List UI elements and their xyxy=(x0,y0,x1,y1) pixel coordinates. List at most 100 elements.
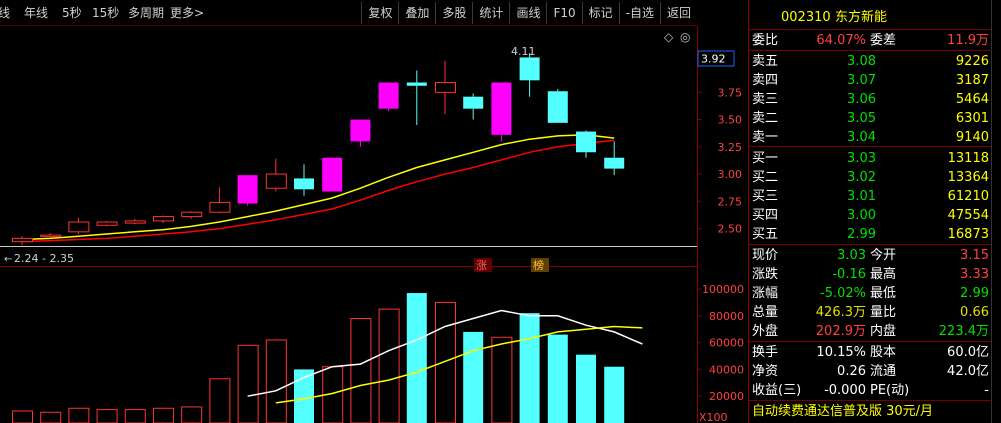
bid-label: 买一 xyxy=(752,151,779,166)
price-tick-label: 3.75 xyxy=(718,86,743,99)
candle xyxy=(604,141,625,176)
candle xyxy=(96,220,118,227)
ad-row[interactable]: 自动续费通达信普及版 30元/月 xyxy=(749,402,992,421)
candle xyxy=(519,53,540,97)
book-separator xyxy=(749,146,992,147)
settings-circle-icon[interactable]: ◎ xyxy=(680,30,690,44)
bid-row[interactable]: 买二 3.02 13364 xyxy=(749,168,992,187)
candle-body xyxy=(435,82,456,93)
draw-line-button[interactable]: 画线 xyxy=(509,2,546,24)
volume-bar xyxy=(378,308,400,423)
period-5s-tab[interactable]: 5秒 xyxy=(62,6,82,20)
fund-stat-row: 收益(三) -0.000 PE(动) - xyxy=(749,381,992,400)
fund-stat-l1: 净资 xyxy=(752,364,779,379)
bid-vol: 61210 xyxy=(947,189,989,204)
fund-stat-row: 净资 0.26 流通 42.0亿 xyxy=(749,362,992,381)
bid-price: 2.99 xyxy=(847,227,876,242)
volume-bar xyxy=(519,313,540,423)
candles xyxy=(12,53,625,245)
period-more-tab[interactable]: 更多> xyxy=(170,6,204,20)
limit-up-marker[interactable]: 涨 xyxy=(476,259,487,272)
ask-label: 卖三 xyxy=(752,92,779,107)
period-15s-tab[interactable]: 15秒 xyxy=(92,6,119,20)
price-stat-v2: 223.4万 xyxy=(938,324,989,339)
f10-button[interactable]: F10 xyxy=(546,2,581,24)
candle-body xyxy=(604,157,625,169)
bid-label: 买二 xyxy=(752,170,779,185)
price-ma-red-line xyxy=(21,139,615,243)
candle xyxy=(406,70,427,126)
period-toolbar: 线 年线 5秒 15秒 多周期 更多> 复权 叠加 多股 统计 画线 F10 标… xyxy=(0,0,697,26)
candle-body xyxy=(209,201,231,213)
price-stat-row: 外盘 202.9万 内盘 223.4万 xyxy=(749,322,992,341)
bid-ask-ratio-row: 委比 64.07% 委差 11.9万 xyxy=(749,31,992,50)
candle xyxy=(547,89,568,123)
candle-body xyxy=(96,221,118,226)
bid-vol: 13118 xyxy=(947,151,989,166)
bid-vol: 47554 xyxy=(947,208,989,223)
ask-row[interactable]: 卖五 3.08 9226 xyxy=(749,52,992,71)
ask-row[interactable]: 卖一 3.04 9140 xyxy=(749,128,992,147)
fund-stat-v2: - xyxy=(984,383,989,398)
bid-row[interactable]: 买三 3.01 61210 xyxy=(749,187,992,206)
volume-bar xyxy=(12,410,33,423)
price-axis: 3.75 3.50 3.25 3.00 2.75 2.50 xyxy=(697,86,743,236)
price-stat-l1: 现价 xyxy=(752,248,779,263)
volume-bar xyxy=(209,378,231,423)
diamond-icon[interactable]: ◇ xyxy=(664,30,674,44)
weicha-value: 11.9万 xyxy=(947,33,989,48)
candle xyxy=(463,93,484,120)
ask-vol: 5464 xyxy=(955,92,989,107)
candle-body xyxy=(181,211,203,218)
bid-price: 3.03 xyxy=(847,151,876,166)
volume-tick-label: 20000 xyxy=(709,390,744,403)
ask-vol: 9226 xyxy=(955,54,989,69)
volume-bar xyxy=(350,318,372,423)
candle xyxy=(294,164,314,196)
overlay-button[interactable]: 叠加 xyxy=(398,2,435,24)
price-stat-l1: 涨跌 xyxy=(752,267,779,282)
bid-row[interactable]: 买五 2.99 16873 xyxy=(749,225,992,244)
ask-label: 卖五 xyxy=(752,54,779,69)
ask-vol: 6301 xyxy=(955,111,989,126)
mark-button[interactable]: 标记 xyxy=(581,2,619,24)
volume-tick-label: 40000 xyxy=(709,363,744,376)
candle xyxy=(378,82,399,111)
rank-marker[interactable]: 榜 xyxy=(533,258,544,272)
candle-body xyxy=(406,82,427,86)
volume-bars xyxy=(12,293,625,423)
period-partial-tab[interactable]: 线 xyxy=(0,6,10,20)
price-stat-row: 现价 3.03 今开 3.15 xyxy=(749,246,992,265)
restore-rights-button[interactable]: 复权 xyxy=(361,2,398,24)
back-button[interactable]: 返回 xyxy=(659,2,697,24)
bid-row[interactable]: 买四 3.00 47554 xyxy=(749,206,992,225)
fund-stat-l2: 股本 xyxy=(870,345,897,360)
ask-row[interactable]: 卖四 3.07 3187 xyxy=(749,71,992,90)
quote-panel: 002310 东方新能 委比 64.07% 委差 11.9万 卖五 3.08 922… xyxy=(748,0,992,423)
bid-price: 3.02 xyxy=(847,170,876,185)
multi-stock-button[interactable]: 多股 xyxy=(435,2,472,24)
volume-bar xyxy=(181,406,203,423)
ask-row[interactable]: 卖二 3.05 6301 xyxy=(749,109,992,128)
kline-chart[interactable]: 3.92 4.11 2.24 - 2.35 ← ◇ ◎ 涨 榜 X100 3.7… xyxy=(0,26,748,423)
ask-row[interactable]: 卖三 3.06 5464 xyxy=(749,90,992,109)
candle xyxy=(68,217,90,235)
volume-tick-label: 60000 xyxy=(709,337,744,350)
bid-row[interactable]: 买一 3.03 13118 xyxy=(749,149,992,168)
statistics-button[interactable]: 统计 xyxy=(472,2,509,24)
volume-tick-label: 100000 xyxy=(702,283,744,296)
candle-body xyxy=(40,234,62,238)
price-stat-v1: 3.03 xyxy=(837,248,866,263)
fund-stat-l1: 换手 xyxy=(752,345,779,360)
ad-text[interactable]: 自动续费通达信普及版 30元/月 xyxy=(752,402,933,421)
price-stat-l2: 最低 xyxy=(870,286,897,301)
period-multi-tab[interactable]: 多周期 xyxy=(128,6,164,20)
price-stat-v2: 3.15 xyxy=(960,248,989,263)
remove-watchlist-button[interactable]: -自选 xyxy=(618,2,660,24)
candle-body xyxy=(237,175,258,204)
fund-stat-l2: 流通 xyxy=(870,364,897,379)
price-stat-row: 涨跌 -0.16 最高 3.33 xyxy=(749,265,992,284)
period-year-tab[interactable]: 年线 xyxy=(24,6,48,20)
stock-chart-window: { "topbar": { "periods": ["线", "年线", "5秒… xyxy=(0,0,1001,423)
volume-bar xyxy=(40,411,62,423)
